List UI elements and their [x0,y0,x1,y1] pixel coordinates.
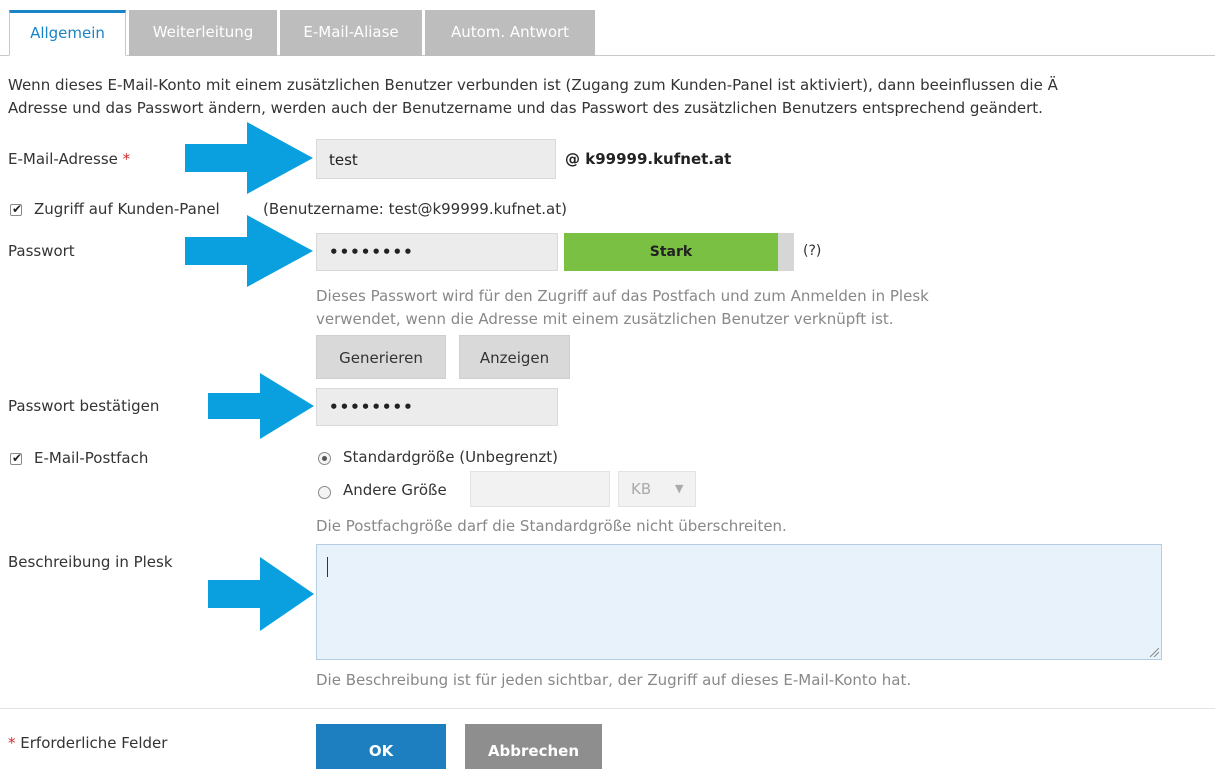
radio-selected-dot [322,456,327,461]
generate-button[interactable]: Generieren [316,335,446,379]
email-label: E-Mail-Adresse [8,150,118,168]
radio-other-size-label: Andere Größe [343,481,447,499]
email-value: test [329,151,358,169]
confirm-password-value: •••••••• [329,398,414,416]
description-textarea[interactable] [316,544,1162,660]
confirm-password-label: Passwort bestätigen [8,397,160,415]
email-domain: @ k99999.kufnet.at [565,150,732,168]
arrow-annotation-icon [208,557,314,631]
arrow-annotation-icon [208,373,314,439]
arrow-annotation-icon [185,122,313,194]
chevron-down-icon: ▼ [675,482,684,495]
password-hint-line-1: Dieses Passwort wird für den Zugriff auf… [316,287,929,305]
tab-email-aliase[interactable]: E-Mail-Aliase [280,10,422,56]
resize-grip-icon[interactable] [1149,647,1159,657]
email-field[interactable]: test [316,139,556,179]
description-hint: Die Beschreibung ist für jeden sichtbar,… [316,671,912,689]
radio-default-size-label: Standardgröße (Unbegrenzt) [343,448,559,466]
password-strength-bar: Stark [564,233,778,271]
arrow-annotation-icon [185,215,313,287]
show-password-button[interactable]: Anzeigen [459,335,570,379]
tab-weiterleitung[interactable]: Weiterleitung [129,10,277,56]
panel-access-checkbox[interactable]: ✔ [10,202,23,216]
size-unit-value: KB [631,480,652,498]
radio-other-size[interactable] [318,486,331,499]
mailbox-label: E-Mail-Postfach [34,449,149,467]
password-strength-meter: Stark [564,233,794,271]
password-field[interactable]: •••••••• [316,233,558,271]
tab-allgemein[interactable]: Allgemein [9,10,126,56]
checkmark-icon: ✔ [12,202,23,216]
ok-button[interactable]: OK [316,724,446,769]
text-cursor [327,557,328,577]
checkmark-icon: ✔ [12,451,23,465]
tab-bar: Allgemein Weiterleitung E-Mail-Aliase Au… [0,0,1215,56]
cancel-button[interactable]: Abbrechen [465,724,602,769]
info-line-2: Adresse und das Passwort ändern, werden … [8,99,1043,117]
mailbox-hint: Die Postfachgröße darf die Standardgröße… [316,517,787,535]
password-label: Passwort [8,242,75,260]
password-help-icon[interactable]: (?) [803,243,821,259]
required-note: * Erforderliche Felder [8,734,167,752]
footer-divider [0,708,1215,709]
password-hint-line-2: verwendet, wenn die Adresse mit einem zu… [316,310,894,328]
radio-default-size[interactable] [318,452,331,465]
email-label-row: E-Mail-Adresse * [8,150,130,168]
mailbox-checkbox[interactable]: ✔ [10,451,23,465]
info-text: Wenn dieses E-Mail-Konto mit einem zusät… [8,74,1215,120]
required-asterisk: * [8,734,16,752]
password-value: •••••••• [329,243,414,261]
required-asterisk: * [122,150,131,168]
description-label: Beschreibung in Plesk [8,553,173,571]
info-line-1: Wenn dieses E-Mail-Konto mit einem zusät… [8,76,1058,94]
other-size-input[interactable] [470,471,610,507]
required-note-text: Erforderliche Felder [20,734,168,752]
size-unit-select[interactable]: KB ▼ [618,471,696,507]
password-hint: Dieses Passwort wird für den Zugriff auf… [316,285,929,331]
confirm-password-field[interactable]: •••••••• [316,388,558,426]
tab-autom-antwort[interactable]: Autom. Antwort [425,10,595,56]
